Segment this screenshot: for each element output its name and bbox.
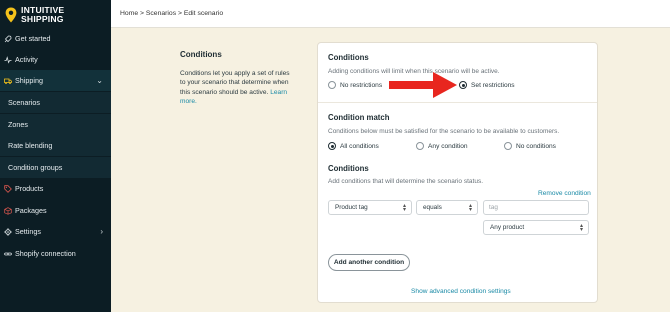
annotation-arrow-icon [389,72,457,98]
brand-logo[interactable]: INTUITIVE SHIPPING [0,0,111,29]
radio-any-condition[interactable]: Any condition [416,142,468,150]
radio-unchecked-icon [328,81,336,89]
gear-icon [4,227,12,236]
sidebar-item-activity[interactable]: Activity [0,49,111,70]
condition-value-input[interactable]: tag [483,200,589,215]
sidebar-item-label: Packages [15,206,47,215]
rules-subtitle: Add conditions that will determine the s… [328,178,484,185]
sidebar-item-rate-blending[interactable]: Rate blending [0,135,111,156]
radio-no-restrictions[interactable]: No restrictions [328,81,382,89]
select-value: Any product [490,224,525,231]
sidebar-item-label: Shipping [15,76,43,85]
tag-icon [4,184,12,193]
radio-unchecked-icon [504,142,512,150]
sidebar: INTUITIVE SHIPPING Get started Activity … [0,0,111,312]
radio-label: No restrictions [340,81,383,89]
location-pin-icon [5,7,17,22]
conditions-title: Conditions [328,53,369,62]
box-icon [4,206,12,215]
add-another-condition-button[interactable]: Add another condition [328,254,410,271]
select-arrows-icon: ▴ ▾ [402,203,406,213]
select-arrows-icon: ▴ ▾ [468,203,472,213]
condition-match-subtitle: Conditions below must be satisfied for t… [328,128,560,135]
sidebar-item-condition-groups[interactable]: Condition groups [0,157,111,178]
sidebar-item-label: Zones [8,120,28,129]
input-placeholder: tag [489,204,498,211]
radio-unchecked-icon [416,142,424,150]
link-icon [4,250,12,258]
sidebar-item-packages[interactable]: Packages [0,200,111,221]
radio-checked-icon [328,142,336,150]
condition-field-select[interactable]: Product tag ▴ ▾ [328,200,412,215]
pulse-icon [4,55,12,64]
rules-title: Conditions [328,164,369,173]
sidebar-item-products[interactable]: Products [0,178,111,199]
sidebar-item-get-started[interactable]: Get started [0,28,111,49]
sidebar-item-zones[interactable]: Zones [0,114,111,135]
sidebar-item-label: Condition groups [8,163,63,172]
sidebar-item-label: Scenarios [8,98,40,107]
select-arrows-icon: ▴ ▾ [579,223,583,233]
condition-operator-select[interactable]: equals ▴ ▾ [416,200,478,215]
intro-title: Conditions [180,50,222,59]
radio-label: No conditions [516,142,556,150]
sidebar-item-shopify-connection[interactable]: Shopify connection [0,243,111,264]
rocket-icon [4,35,12,43]
radio-label: Set restrictions [471,81,515,89]
brand-name-line2: SHIPPING [21,13,64,24]
breadcrumb-text[interactable]: Home > Scenarios > Edit scenario [120,10,223,17]
product-scope-select[interactable]: Any product ▴ ▾ [483,220,589,235]
sidebar-item-label: Activity [15,55,38,64]
intro-description: Conditions let you apply a set of rules … [180,69,290,106]
sidebar-item-settings[interactable]: Settings › [0,221,111,242]
breadcrumb: Home > Scenarios > Edit scenario [111,0,670,28]
radio-set-restrictions[interactable]: Set restrictions [459,81,515,89]
radio-checked-icon [459,81,467,89]
radio-label: Any condition [428,142,468,150]
sidebar-item-label: Get started [15,34,51,43]
condition-match-title: Condition match [328,113,390,122]
remove-condition-link[interactable]: Remove condition [538,190,591,197]
divider [318,102,597,103]
sidebar-item-scenarios[interactable]: Scenarios [0,92,111,113]
show-advanced-settings-link[interactable]: Show advanced condition settings [411,288,511,295]
truck-icon [4,77,12,85]
sidebar-item-label: Shopify connection [15,249,76,258]
chevron-down-icon: ⌄ [96,76,103,85]
select-value: equals [423,204,442,211]
sidebar-item-label: Rate blending [8,141,53,150]
sidebar-item-label: Products [15,184,44,193]
select-value: Product tag [335,204,368,211]
sidebar-item-shipping[interactable]: Shipping ⌄ [0,70,111,91]
chevron-right-icon: › [100,227,103,236]
sidebar-item-label: Settings [15,227,41,236]
radio-all-conditions[interactable]: All conditions [328,142,379,150]
radio-no-conditions[interactable]: No conditions [504,142,556,150]
radio-label: All conditions [340,142,379,150]
